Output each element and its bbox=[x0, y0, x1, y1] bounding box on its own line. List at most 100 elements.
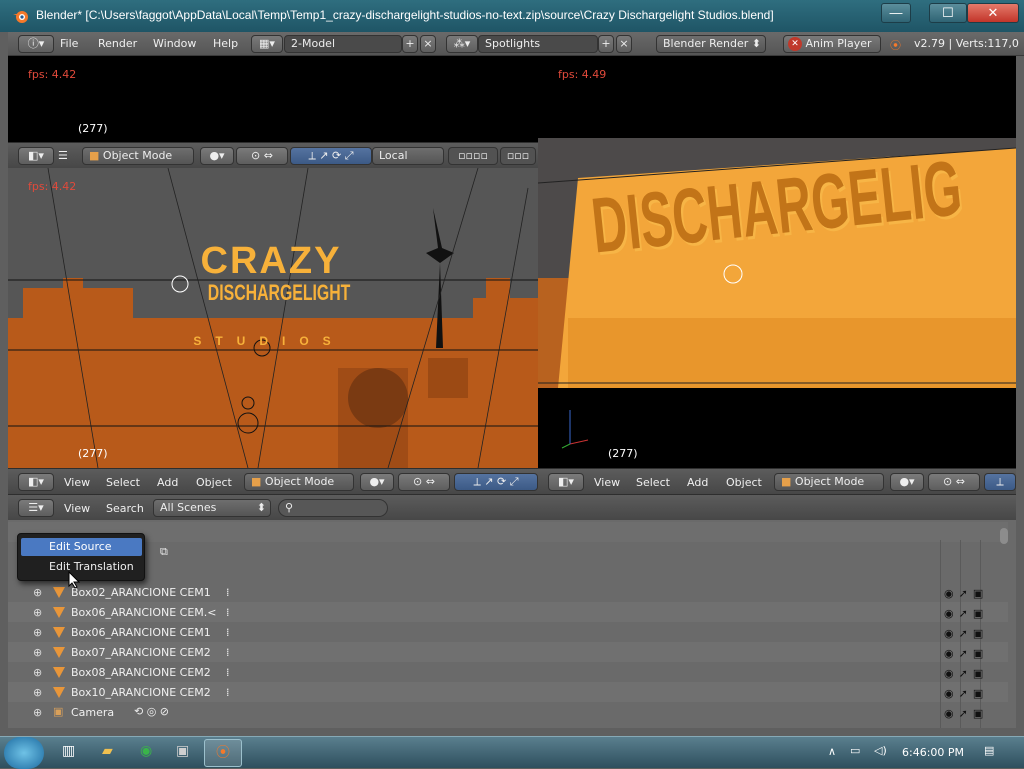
viewport-shading-icon[interactable]: ●▾ bbox=[890, 473, 924, 491]
scrollbar-thumb[interactable] bbox=[1000, 528, 1008, 544]
tray-arrow-icon[interactable]: ∧ bbox=[828, 745, 836, 758]
menu-render[interactable]: Render bbox=[98, 37, 137, 50]
object-mode-select[interactable]: ■ Object Mode bbox=[244, 473, 354, 491]
menu-add[interactable]: Add bbox=[157, 476, 178, 489]
network-icon[interactable]: ▭ bbox=[850, 744, 860, 757]
object-name[interactable]: Box02_ARANCIONE CEM1 bbox=[71, 586, 211, 599]
restrict-toggles[interactable]: ◉➚▣ ◉➚▣ ◉➚▣ ◉➚▣ ◉➚▣ ◉➚▣ ◉➚▣ bbox=[944, 584, 1004, 724]
remove-screen-button[interactable]: × bbox=[420, 35, 436, 53]
show-desktop-icon[interactable]: ▥ bbox=[62, 743, 75, 759]
camera-data-icons: ⟲ ◎ ⊘ bbox=[134, 705, 170, 718]
anim-player-button[interactable]: ✕ Anim Player bbox=[783, 35, 881, 53]
menu-file[interactable]: File bbox=[60, 37, 78, 50]
menu-add[interactable]: Add bbox=[687, 476, 708, 489]
transform-manipulator-icons[interactable]: ⟂ ↗ ⟳ ⤢ bbox=[454, 473, 538, 491]
taskbar-blender-button[interactable]: ⦿ bbox=[204, 739, 242, 767]
list-item[interactable]: ⊕ Box06_ARANCIONE CEM1 ⁞ bbox=[8, 622, 1008, 642]
layers-grid-right[interactable]: ▫▫▫ bbox=[500, 147, 536, 165]
viewport-main-left[interactable]: fps: 4.42 CRAZY DISCHARGELIGHT STUDIOS (… bbox=[8, 168, 538, 468]
editor-type-3dview-icon[interactable]: ◧▾ bbox=[18, 147, 54, 165]
list-item[interactable]: ⊕ Box08_ARANCIONE CEM2 ⁞ bbox=[8, 662, 1008, 682]
menu-view[interactable]: View bbox=[64, 502, 90, 515]
screen-layout-icon[interactable]: ▦▾ bbox=[251, 35, 283, 53]
outliner-search-input[interactable]: ⚲ bbox=[278, 499, 388, 517]
maximize-button[interactable]: ☐ bbox=[929, 3, 967, 23]
close-window-button[interactable]: ✕ bbox=[967, 3, 1019, 23]
object-name[interactable]: Box08_ARANCIONE CEM2 bbox=[71, 666, 211, 679]
minimize-button[interactable]: — bbox=[881, 3, 911, 23]
list-item[interactable]: ⊕ Box07_ARANCIONE CEM2 ⁞ bbox=[8, 642, 1008, 662]
menu-item-edit-source[interactable]: Edit Source bbox=[21, 538, 142, 556]
expand-icon[interactable]: ⊕ bbox=[33, 666, 42, 679]
clock[interactable]: 6:46:00 PM bbox=[902, 746, 964, 759]
pivot-snap-icons[interactable]: ⊙ ⇔ bbox=[236, 147, 288, 165]
expand-icon[interactable]: ⊕ bbox=[33, 626, 42, 639]
editor-type-3dview-icon[interactable]: ◧▾ bbox=[548, 473, 584, 491]
expand-icon[interactable]: ⊕ bbox=[33, 586, 42, 599]
menu-help[interactable]: Help bbox=[213, 37, 238, 50]
object-mode-select[interactable]: ■ Object Mode bbox=[774, 473, 884, 491]
expand-icon[interactable]: ⊕ bbox=[33, 606, 42, 619]
remove-scene-button[interactable]: × bbox=[616, 35, 632, 53]
pivot-snap-icons[interactable]: ⊙ ⇔ bbox=[398, 473, 450, 491]
orientation-select[interactable]: Local bbox=[372, 147, 444, 165]
menu-select[interactable]: Select bbox=[636, 476, 670, 489]
scene-icon[interactable]: ⁂▾ bbox=[446, 35, 478, 53]
list-item[interactable]: ⊕ Box06_ARANCIONE CEM.< ⁞ bbox=[8, 602, 1008, 622]
list-item[interactable]: ⊕ Box10_ARANCIONE CEM2 ⁞ bbox=[8, 682, 1008, 702]
menu-object[interactable]: Object bbox=[726, 476, 762, 489]
menu-select[interactable]: Select bbox=[106, 476, 140, 489]
screen-layout-field[interactable]: 2-Model bbox=[284, 35, 402, 53]
object-name[interactable]: Camera bbox=[71, 706, 114, 719]
object-name[interactable]: Box07_ARANCIONE CEM2 bbox=[71, 646, 211, 659]
volume-icon[interactable]: ◁) bbox=[874, 744, 887, 757]
list-item[interactable]: ⊕ Box02_ARANCIONE CEM1 ⁞ bbox=[8, 582, 1008, 602]
media-icon[interactable]: ▣ bbox=[176, 743, 189, 759]
browser-icon[interactable]: ◉ bbox=[140, 743, 152, 759]
frame-number: (277) bbox=[78, 447, 108, 460]
viewport-top-left[interactable]: fps: 4.42 (277) bbox=[8, 56, 538, 142]
transform-manipulator-icons[interactable]: ⟂ bbox=[984, 473, 1016, 491]
action-center-icon[interactable]: ▤ bbox=[984, 744, 994, 757]
render-engine-select[interactable]: Blender Render ⬍ bbox=[656, 35, 766, 53]
editor-type-info-icon[interactable]: ⓘ▾ bbox=[18, 35, 54, 53]
scene-field[interactable]: Spotlights bbox=[478, 35, 598, 53]
scene-row[interactable] bbox=[8, 522, 1008, 542]
cube-icon: ■ bbox=[89, 149, 100, 162]
explorer-icon[interactable]: ▰ bbox=[102, 743, 113, 759]
editor-type-outliner-icon[interactable]: ☰▾ bbox=[18, 499, 54, 517]
editor-type-3dview-icon[interactable]: ◧▾ bbox=[18, 473, 54, 491]
object-name[interactable]: Box06_ARANCIONE CEM1 bbox=[71, 626, 211, 639]
mesh-icon bbox=[53, 667, 65, 678]
add-screen-button[interactable]: + bbox=[402, 35, 418, 53]
viewport-shading-icon[interactable]: ●▾ bbox=[200, 147, 234, 165]
layers-grid-left[interactable]: ▫▫▫▫ bbox=[448, 147, 498, 165]
menu-object[interactable]: Object bbox=[196, 476, 232, 489]
menu-view[interactable]: View bbox=[64, 476, 90, 489]
transform-manipulator-icons[interactable]: ⟂ ↗ ⟳ ⤢ bbox=[290, 147, 372, 165]
menu-item-edit-translation[interactable]: Edit Translation bbox=[21, 558, 142, 576]
object-name[interactable]: Box10_ARANCIONE CEM2 bbox=[71, 686, 211, 699]
axis-gizmo-icon bbox=[561, 410, 589, 449]
pivot-snap-icons[interactable]: ⊙ ⇔ bbox=[928, 473, 980, 491]
window-title: Blender* [C:\Users\faggot\AppData\Local\… bbox=[36, 8, 774, 22]
menu-window[interactable]: Window bbox=[153, 37, 196, 50]
fps-readout: fps: 4.49 bbox=[558, 68, 607, 81]
viewport-shading-icon[interactable]: ●▾ bbox=[360, 473, 394, 491]
menu-toggle-icon[interactable]: ☰ bbox=[58, 149, 68, 162]
list-item[interactable]: ⊕ ▣ Camera ⟲ ◎ ⊘ bbox=[8, 702, 1008, 722]
viewport-header-bottom-left: ◧▾ View Select Add Object ■ Object Mode … bbox=[8, 468, 538, 494]
outliner-list[interactable]: ⧉ ⊕ Box02_ARANCIONE CEM1 ⁞ ⊕ Box06_ARANCION… bbox=[8, 520, 1016, 728]
expand-icon[interactable]: ⊕ bbox=[33, 646, 42, 659]
display-mode-select[interactable]: All Scenes ⬍ bbox=[153, 499, 271, 517]
viewport-right[interactable]: fps: 4.49 DISCHARGELIG (277) bbox=[538, 56, 1016, 468]
start-button[interactable] bbox=[4, 737, 44, 769]
add-scene-button[interactable]: + bbox=[598, 35, 614, 53]
menu-view[interactable]: View bbox=[594, 476, 620, 489]
expand-icon[interactable]: ⊕ bbox=[33, 706, 42, 719]
menu-search[interactable]: Search bbox=[106, 502, 144, 515]
expand-icon[interactable]: ⊕ bbox=[33, 686, 42, 699]
object-name[interactable]: Box06_ARANCIONE CEM.< bbox=[71, 606, 217, 619]
render-layers-icon[interactable]: ⧉ bbox=[160, 545, 168, 559]
object-mode-select-top[interactable]: ■ Object Mode bbox=[82, 147, 194, 165]
